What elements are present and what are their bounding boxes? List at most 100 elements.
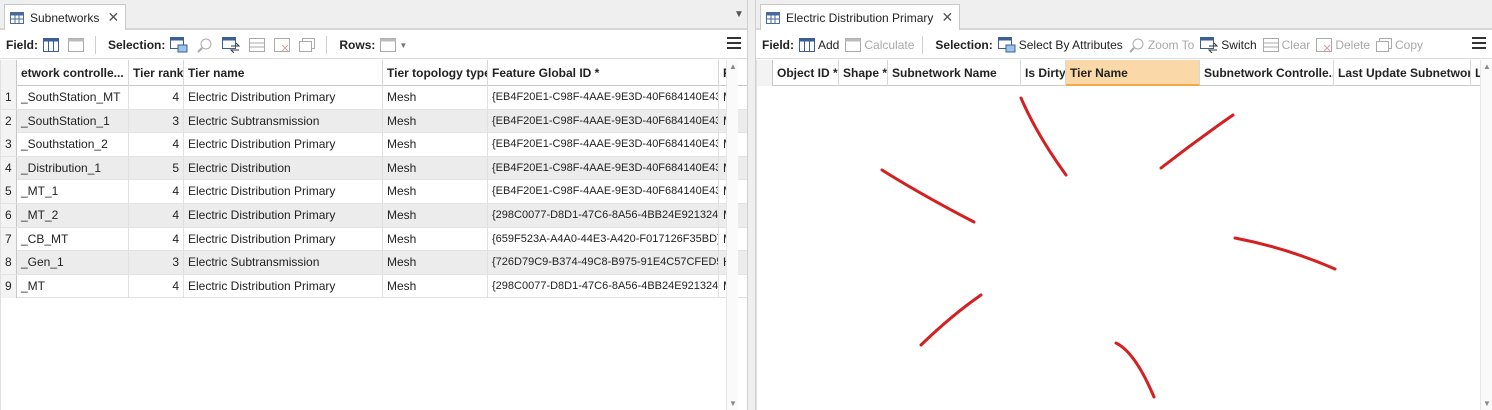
- column-header[interactable]: Tier rank: [129, 60, 184, 86]
- copy-button[interactable]: [299, 35, 318, 55]
- table-cell[interactable]: _Southstation_2: [17, 133, 129, 157]
- row-number[interactable]: 6: [1, 204, 17, 227]
- menu-icon[interactable]: [1472, 37, 1486, 51]
- table-cell[interactable]: {EB4F20E1-C98F-4AAE-9E3D-40F684140E43}: [488, 109, 719, 133]
- table-icon: [766, 11, 780, 24]
- table-cell[interactable]: {EB4F20E1-C98F-4AAE-9E3D-40F684140E43}: [488, 133, 719, 157]
- column-header[interactable]: Tier name: [184, 60, 383, 86]
- annotation-stroke: [1114, 341, 1156, 399]
- table-cell[interactable]: _Gen_1: [17, 251, 129, 275]
- table-cell[interactable]: Mesh: [383, 133, 488, 157]
- table-cell[interactable]: 4: [129, 133, 184, 157]
- zoom-to-button[interactable]: Zoom To: [1129, 35, 1194, 55]
- switch-selection-button[interactable]: [222, 35, 243, 55]
- table-cell[interactable]: Electric Distribution Primary: [184, 227, 383, 251]
- row-number[interactable]: 2: [1, 109, 17, 133]
- table-cell[interactable]: 3: [129, 109, 184, 133]
- clear-selection-button[interactable]: Clear: [1262, 35, 1310, 55]
- pane-splitter[interactable]: [747, 0, 756, 410]
- table-cell[interactable]: _SouthStation_1: [17, 109, 129, 133]
- table-row[interactable]: 4 _Distribution_1 5 Electric Distribution Me…: [1, 156, 747, 181]
- table-row[interactable]: 5 _MT_1 4 Electric Distribution Primary Mesh…: [1, 180, 747, 204]
- table-cell[interactable]: 4: [129, 204, 184, 227]
- copy-icon: [1376, 38, 1392, 52]
- table-cell[interactable]: Mesh: [383, 251, 488, 275]
- table-cell[interactable]: _MT_1: [17, 180, 129, 204]
- table-row[interactable]: 9 _MT 4 Electric Distribution Primary Mesh {2…: [1, 274, 747, 299]
- table-cell[interactable]: {EB4F20E1-C98F-4AAE-9E3D-40F684140E43}: [488, 180, 719, 204]
- table-cell[interactable]: Mesh: [383, 109, 488, 133]
- column-header[interactable]: Tier topology type: [383, 60, 488, 86]
- calculate-field-button[interactable]: [68, 35, 87, 55]
- table-cell[interactable]: Mesh: [383, 204, 488, 227]
- table-cell[interactable]: 4: [129, 86, 184, 109]
- column-header[interactable]: etwork controlle...: [17, 60, 129, 86]
- tab-subnetworks[interactable]: Subnetworks ✕: [4, 4, 127, 30]
- tab-electric-distribution-primary[interactable]: Electric Distribution Primary ✕: [760, 4, 961, 30]
- table-row[interactable]: 8 _Gen_1 3 Electric Subtransmission Mesh {726…: [1, 251, 747, 275]
- vertical-scrollbar[interactable]: ▲ ▼: [726, 60, 738, 410]
- table-cell[interactable]: Mesh: [383, 274, 488, 298]
- delete-button[interactable]: Delete: [1316, 35, 1370, 55]
- table-cell[interactable]: Mesh: [383, 227, 488, 251]
- row-number[interactable]: 4: [1, 156, 17, 180]
- table-row[interactable]: 3 _Southstation_2 4 Electric Distribution P…: [1, 133, 747, 157]
- zoom-to-button[interactable]: [197, 35, 216, 55]
- table-cell[interactable]: {726D79C9-B374-49C8-B975-91E4C57CFED5}: [488, 251, 719, 275]
- table-cell[interactable]: Electric Distribution Primary: [184, 274, 383, 298]
- right-tabstrip: Electric Distribution Primary ✕: [756, 0, 1492, 30]
- vertical-scrollbar[interactable]: ▲ ▼: [1480, 60, 1492, 410]
- clear-selection-button[interactable]: [249, 35, 268, 55]
- switch-selection-button[interactable]: Switch: [1200, 35, 1257, 55]
- rows-dropdown[interactable]: ▼: [380, 35, 407, 55]
- table-cell[interactable]: _MT_2: [17, 204, 129, 227]
- copy-button[interactable]: Copy: [1376, 35, 1423, 55]
- table-cell[interactable]: 5: [129, 156, 184, 180]
- table-cell[interactable]: Electric Subtransmission: [184, 251, 383, 275]
- table-cell[interactable]: {298C0077-D8D1-47C6-8A56-4BB24E921324}: [488, 274, 719, 298]
- table-cell[interactable]: {EB4F20E1-C98F-4AAE-9E3D-40F684140E43}: [488, 156, 719, 180]
- row-number[interactable]: 1: [1, 86, 17, 109]
- table-row[interactable]: 2 _SouthStation_1 3 Electric Subtransmissio…: [1, 109, 747, 134]
- table-cell[interactable]: _CB_MT: [17, 227, 129, 251]
- close-icon[interactable]: ✕: [107, 9, 120, 26]
- table-cell[interactable]: Electric Subtransmission: [184, 109, 383, 133]
- table-cell[interactable]: 4: [129, 274, 184, 298]
- row-number[interactable]: 5: [1, 180, 17, 204]
- table-cell[interactable]: {659F523A-A4A0-44E3-A420-F017126F35BD}: [488, 227, 719, 251]
- calculate-field-button[interactable]: Calculate: [845, 35, 914, 55]
- table-cell[interactable]: Electric Distribution Primary: [184, 204, 383, 227]
- column-header[interactable]: Feature Global ID *: [488, 60, 719, 86]
- row-number[interactable]: 3: [1, 133, 17, 157]
- add-field-button[interactable]: [43, 35, 62, 55]
- table-cell[interactable]: {298C0077-D8D1-47C6-8A56-4BB24E921324}: [488, 204, 719, 227]
- table-cell[interactable]: _SouthStation_MT: [17, 86, 129, 109]
- table-cell[interactable]: Mesh: [383, 86, 488, 109]
- table-cell[interactable]: Mesh: [383, 156, 488, 180]
- table-cell[interactable]: Electric Distribution: [184, 156, 383, 180]
- table-cell[interactable]: {EB4F20E1-C98F-4AAE-9E3D-40F684140E43}: [488, 86, 719, 109]
- table-cell[interactable]: _Distribution_1: [17, 156, 129, 180]
- table-row[interactable]: 7 _CB_MT 4 Electric Distribution Primary Mes…: [1, 227, 747, 252]
- table-cell[interactable]: 3: [129, 251, 184, 275]
- table-cell[interactable]: 4: [129, 180, 184, 204]
- row-number[interactable]: 9: [1, 274, 17, 298]
- row-header-corner[interactable]: [1, 60, 17, 86]
- row-number[interactable]: 7: [1, 227, 17, 251]
- table-row[interactable]: 6 _MT_2 4 Electric Distribution Primary Mesh…: [1, 204, 747, 228]
- menu-icon[interactable]: [727, 37, 741, 51]
- add-field-button[interactable]: Add: [799, 35, 839, 55]
- table-cell[interactable]: 4: [129, 227, 184, 251]
- row-number[interactable]: 8: [1, 251, 17, 275]
- table-cell[interactable]: _MT: [17, 274, 129, 298]
- select-by-attributes-button[interactable]: [170, 35, 191, 55]
- delete-button[interactable]: [274, 35, 293, 55]
- table-row[interactable]: 1 _SouthStation_MT 4 Electric Distribution …: [1, 86, 747, 110]
- table-cell[interactable]: Electric Distribution Primary: [184, 133, 383, 157]
- select-by-attributes-button[interactable]: Select By Attributes: [997, 35, 1123, 55]
- close-icon[interactable]: ✕: [941, 9, 954, 26]
- table-cell[interactable]: Electric Distribution Primary: [184, 180, 383, 204]
- table-cell[interactable]: Electric Distribution Primary: [184, 86, 383, 109]
- table-cell[interactable]: Mesh: [383, 180, 488, 204]
- chevron-down-icon[interactable]: ▼: [734, 9, 744, 20]
